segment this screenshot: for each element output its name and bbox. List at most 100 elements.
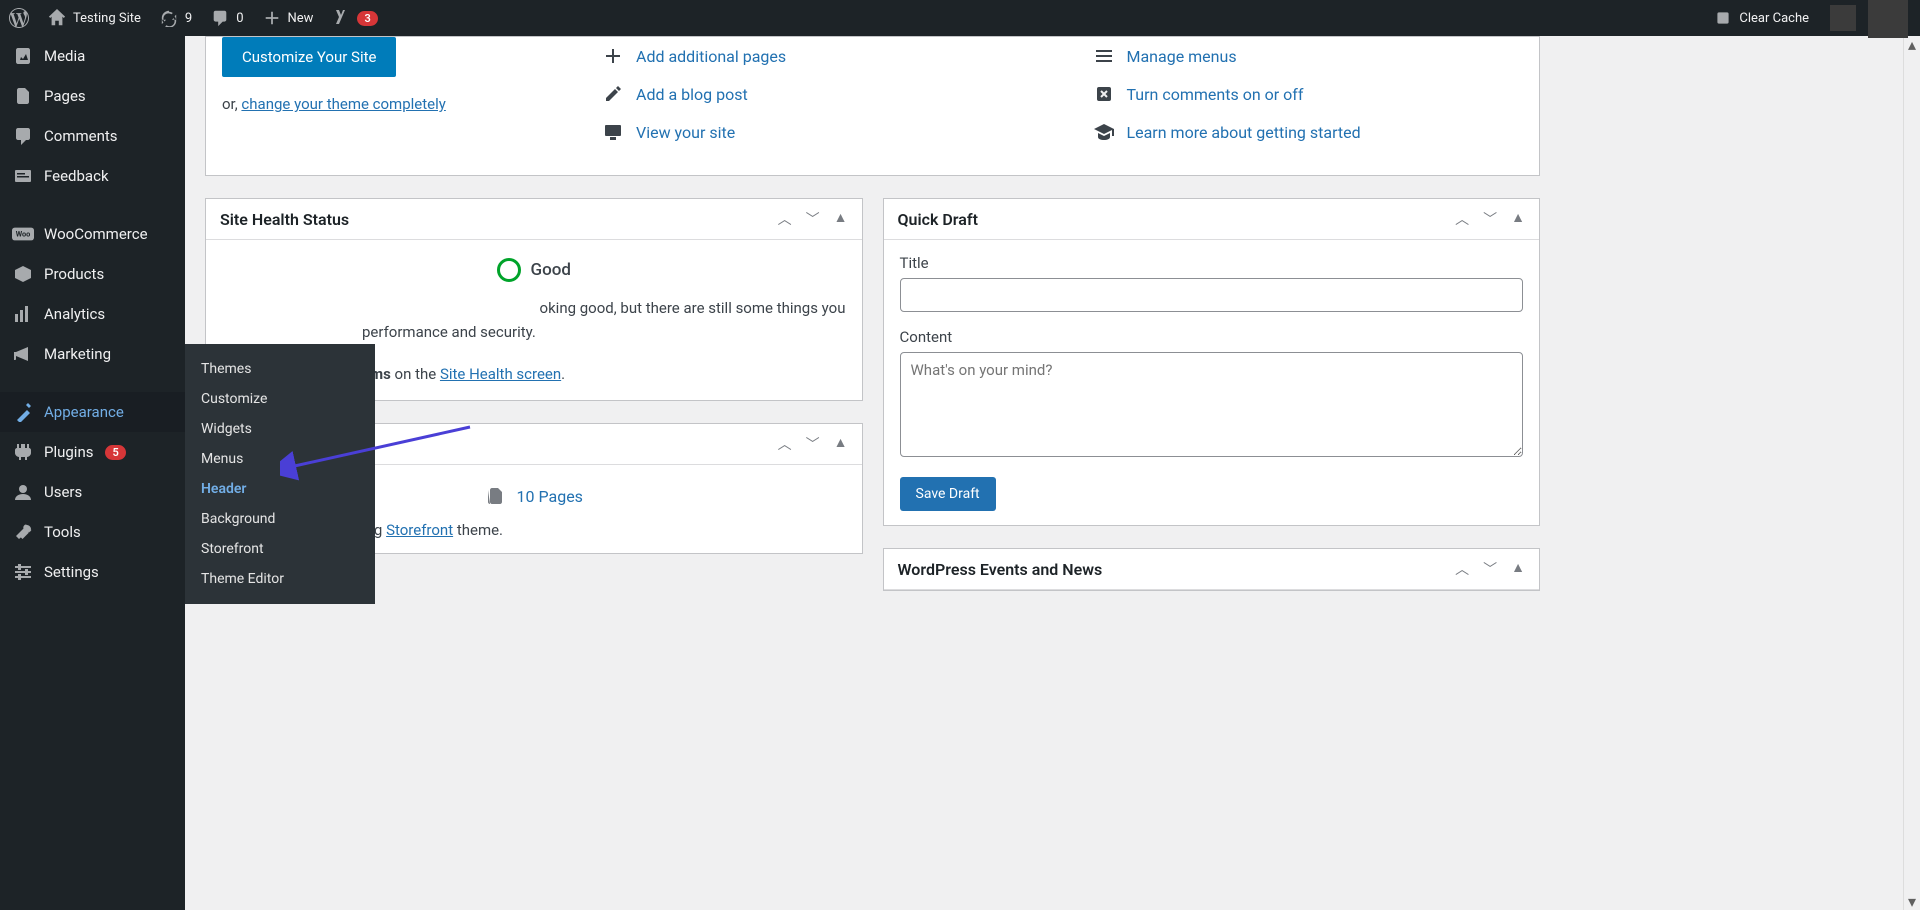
pages-icon bbox=[485, 485, 507, 507]
submenu-background[interactable]: Background bbox=[185, 504, 375, 534]
move-down-icon[interactable]: ﹀ bbox=[806, 209, 820, 229]
add-pages-link[interactable]: Add additional pages bbox=[636, 47, 786, 66]
change-theme-link[interactable]: change your theme completely bbox=[241, 95, 445, 113]
sidebar-item-analytics[interactable]: Analytics bbox=[0, 294, 185, 334]
quick-draft-title: Quick Draft bbox=[898, 210, 978, 229]
menu-icon bbox=[1093, 45, 1115, 67]
toggle-icon[interactable]: ▲ bbox=[1511, 209, 1525, 229]
submenu-customize[interactable]: Customize bbox=[185, 384, 375, 414]
move-up-icon[interactable]: ︿ bbox=[778, 434, 792, 454]
users-icon bbox=[12, 481, 34, 503]
admin-bar-left: Testing Site 9 0 New 3 bbox=[0, 0, 387, 36]
comments-toggle-link[interactable]: Turn comments on or off bbox=[1127, 85, 1304, 104]
draft-title-input[interactable] bbox=[900, 278, 1524, 312]
submenu-storefront[interactable]: Storefront bbox=[185, 534, 375, 564]
events-header: WordPress Events and News ︿ ﹀ ▲ bbox=[884, 549, 1540, 590]
sidebar-item-appearance[interactable]: Appearance bbox=[0, 392, 185, 432]
woocommerce-icon: Woo bbox=[12, 223, 34, 245]
avatar-large[interactable] bbox=[1868, 0, 1908, 38]
toggle-icon[interactable]: ▲ bbox=[834, 209, 848, 229]
health-line1b: performance and security. bbox=[362, 323, 536, 341]
feedback-icon bbox=[12, 165, 34, 187]
welcome-col-next-steps: Add additional pages Add a blog post Vie… bbox=[602, 37, 1033, 151]
welcome-view-site: View your site bbox=[602, 113, 1033, 151]
sidebar-label: Feedback bbox=[44, 167, 109, 185]
site-health-screen-link[interactable]: Site Health screen bbox=[440, 365, 561, 383]
sidebar-item-products[interactable]: Products bbox=[0, 254, 185, 294]
move-up-icon[interactable]: ︿ bbox=[1455, 559, 1469, 579]
quick-draft-header: Quick Draft ︿ ﹀ ▲ bbox=[884, 199, 1540, 240]
box-actions: ︿ ﹀ ▲ bbox=[778, 434, 848, 454]
scroll-down-icon[interactable]: ▾ bbox=[1904, 893, 1920, 910]
tools-icon bbox=[12, 521, 34, 543]
add-blog-link[interactable]: Add a blog post bbox=[636, 85, 748, 104]
customize-site-button[interactable]: Customize Your Site bbox=[222, 37, 396, 77]
yoast-link[interactable]: 3 bbox=[322, 0, 386, 36]
site-name-link[interactable]: Testing Site bbox=[38, 0, 150, 36]
avatar-small[interactable] bbox=[1830, 5, 1856, 31]
sidebar-label: Pages bbox=[44, 87, 86, 105]
move-down-icon[interactable]: ﹀ bbox=[1483, 209, 1497, 229]
plus-icon bbox=[262, 8, 282, 28]
health-status-row: Good bbox=[222, 254, 846, 296]
welcome-add-pages: Add additional pages bbox=[602, 37, 1033, 75]
view-site-link[interactable]: View your site bbox=[636, 123, 735, 142]
sidebar-label: Settings bbox=[44, 563, 99, 581]
comment-icon bbox=[210, 8, 230, 28]
sidebar-item-feedback[interactable]: Feedback bbox=[0, 156, 185, 196]
sidebar-item-users[interactable]: Users bbox=[0, 472, 185, 512]
updates-count: 9 bbox=[185, 11, 192, 26]
learn-more-link[interactable]: Learn more about getting started bbox=[1127, 123, 1361, 142]
move-up-icon[interactable]: ︿ bbox=[1455, 209, 1469, 229]
theme-line: ing Storefront theme. bbox=[362, 513, 846, 539]
toggle-icon[interactable]: ▲ bbox=[1511, 559, 1525, 579]
plugins-icon bbox=[12, 441, 34, 463]
clear-cache-link[interactable]: Clear Cache bbox=[1704, 0, 1818, 36]
update-icon bbox=[159, 8, 179, 28]
sidebar-item-pages[interactable]: Pages bbox=[0, 76, 185, 116]
submenu-widgets[interactable]: Widgets bbox=[185, 414, 375, 444]
scrollbar[interactable]: ▴ ▾ bbox=[1903, 36, 1920, 910]
svg-text:Woo: Woo bbox=[16, 230, 31, 239]
pages-count-link[interactable]: 10 Pages bbox=[517, 487, 583, 506]
move-up-icon[interactable]: ︿ bbox=[778, 209, 792, 229]
comments-link[interactable]: 0 bbox=[201, 0, 252, 36]
comments-icon bbox=[12, 125, 34, 147]
sidebar-item-woocommerce[interactable]: Woo WooCommerce bbox=[0, 214, 185, 254]
change-theme-line: or, change your theme completely bbox=[222, 95, 542, 113]
welcome-comments-toggle: Turn comments on or off bbox=[1093, 75, 1524, 113]
scroll-up-icon[interactable]: ▴ bbox=[1904, 36, 1920, 53]
save-draft-button[interactable]: Save Draft bbox=[900, 477, 996, 511]
main-content: Customize Your Site or, change your them… bbox=[185, 36, 1560, 611]
yoast-icon bbox=[331, 8, 351, 28]
sidebar-item-plugins[interactable]: Plugins 5 bbox=[0, 432, 185, 472]
move-down-icon[interactable]: ﹀ bbox=[806, 434, 820, 454]
sidebar-item-comments[interactable]: Comments bbox=[0, 116, 185, 156]
cache-icon bbox=[1713, 8, 1733, 28]
theme-link[interactable]: Storefront bbox=[386, 521, 453, 539]
welcome-add-blog: Add a blog post bbox=[602, 75, 1033, 113]
new-content-link[interactable]: New bbox=[253, 0, 323, 36]
submenu-menus[interactable]: Menus bbox=[185, 444, 375, 474]
submenu-theme-editor[interactable]: Theme Editor bbox=[185, 564, 375, 594]
comments-count: 0 bbox=[236, 11, 243, 26]
sidebar-item-settings[interactable]: Settings bbox=[0, 552, 185, 592]
box-actions: ︿ ﹀ ▲ bbox=[778, 209, 848, 229]
manage-menus-link[interactable]: Manage menus bbox=[1127, 47, 1237, 66]
toggle-icon[interactable]: ▲ bbox=[834, 434, 848, 454]
quick-draft-body: Title Content Save Draft bbox=[884, 240, 1540, 525]
site-health-header: Site Health Status ︿ ﹀ ▲ bbox=[206, 199, 862, 240]
edit-icon bbox=[602, 83, 624, 105]
submenu-themes[interactable]: Themes bbox=[185, 354, 375, 384]
updates-link[interactable]: 9 bbox=[150, 0, 201, 36]
wp-logo[interactable] bbox=[0, 0, 38, 36]
quick-draft-box: Quick Draft ︿ ﹀ ▲ Title Content bbox=[883, 198, 1541, 526]
sidebar-item-media[interactable]: Media bbox=[0, 36, 185, 76]
sidebar-item-tools[interactable]: Tools bbox=[0, 512, 185, 552]
health-line2b: on the bbox=[391, 365, 440, 383]
pages-icon bbox=[12, 85, 34, 107]
move-down-icon[interactable]: ﹀ bbox=[1483, 559, 1497, 579]
draft-content-textarea[interactable] bbox=[900, 352, 1524, 457]
sidebar-item-marketing[interactable]: Marketing bbox=[0, 334, 185, 374]
submenu-header[interactable]: Header bbox=[185, 474, 375, 504]
